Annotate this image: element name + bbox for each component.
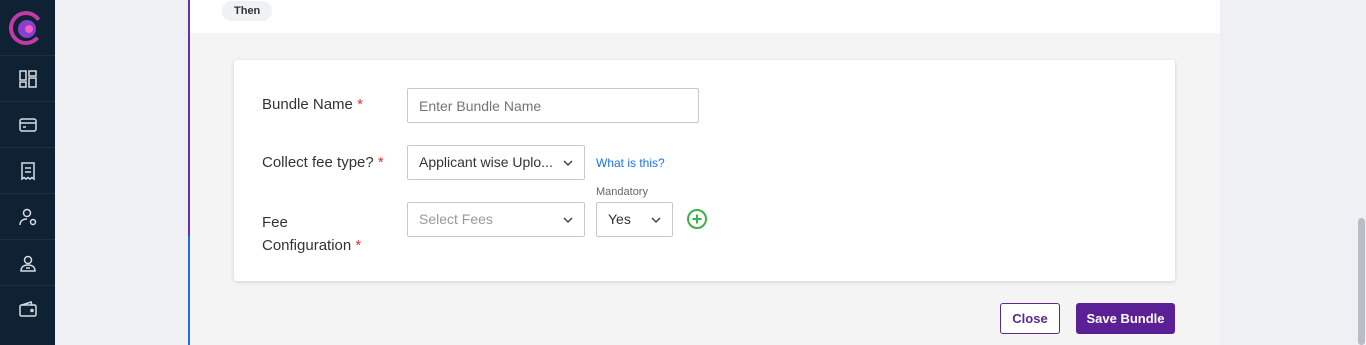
dashboard-icon bbox=[18, 69, 37, 88]
mandatory-select[interactable]: Yes bbox=[596, 202, 673, 237]
sidebar-item-dashboard[interactable] bbox=[0, 55, 55, 101]
user-settings-icon bbox=[18, 208, 36, 225]
receipt-icon bbox=[20, 161, 35, 180]
bundle-name-label-text: Bundle Name bbox=[262, 96, 353, 113]
chevron-down-icon bbox=[563, 217, 573, 224]
sidebar bbox=[0, 0, 55, 345]
required-marker: * bbox=[377, 154, 384, 171]
select-fees-dropdown[interactable]: Select Fees bbox=[407, 202, 585, 237]
scrollbar-thumb[interactable] bbox=[1358, 218, 1365, 345]
card-icon bbox=[18, 117, 37, 132]
fee-configuration-label-line1: Fee bbox=[262, 214, 288, 231]
collect-fee-type-select[interactable]: Applicant wise Uplo... bbox=[407, 145, 585, 180]
mandatory-value: Yes bbox=[608, 211, 631, 227]
collect-fee-type-value: Applicant wise Uplo... bbox=[419, 154, 553, 170]
select-fees-placeholder: Select Fees bbox=[419, 211, 493, 227]
sidebar-item-receipts[interactable] bbox=[0, 147, 55, 193]
bundle-name-label: Bundle Name * bbox=[262, 96, 363, 113]
sidebar-item-wallet[interactable] bbox=[0, 285, 55, 331]
app-logo-icon[interactable] bbox=[8, 10, 44, 46]
what-is-this-link[interactable]: What is this? bbox=[596, 156, 665, 170]
save-bundle-button[interactable]: Save Bundle bbox=[1076, 303, 1175, 334]
chevron-down-icon bbox=[651, 217, 661, 224]
mandatory-label: Mandatory bbox=[596, 186, 648, 198]
then-chip: Then bbox=[222, 1, 273, 21]
fee-configuration-label: Fee Configuration * bbox=[262, 211, 361, 257]
bundle-name-input[interactable] bbox=[407, 88, 699, 123]
add-fee-icon[interactable] bbox=[686, 208, 708, 230]
sidebar-item-users[interactable] bbox=[0, 239, 55, 285]
required-marker: * bbox=[355, 237, 362, 254]
chevron-down-icon bbox=[563, 160, 573, 167]
collect-fee-type-label-text: Collect fee type? bbox=[262, 154, 374, 171]
user-badge-icon bbox=[19, 255, 36, 272]
required-marker: * bbox=[357, 96, 363, 113]
collect-fee-type-label: Collect fee type? * bbox=[262, 154, 384, 171]
fee-configuration-label-line2: Configuration bbox=[262, 237, 352, 254]
wallet-icon bbox=[18, 300, 37, 317]
close-button[interactable]: Close bbox=[1000, 303, 1060, 334]
sidebar-item-user-settings[interactable] bbox=[0, 193, 55, 239]
sidebar-item-payments[interactable] bbox=[0, 101, 55, 147]
